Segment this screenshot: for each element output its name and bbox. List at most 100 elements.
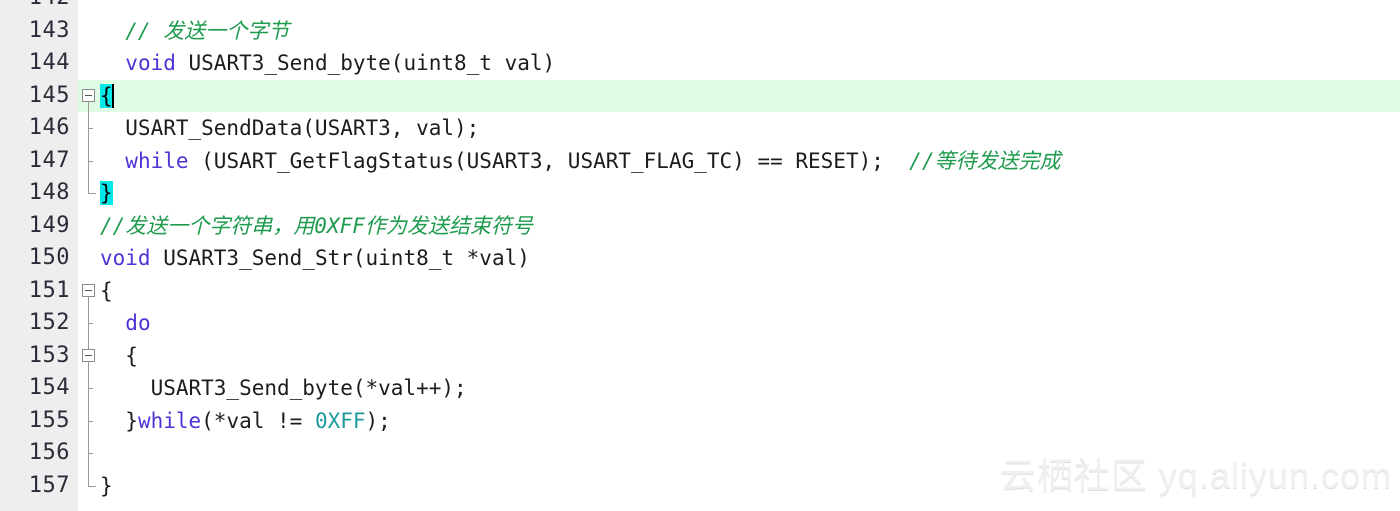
code-text[interactable]: while (USART_GetFlagStatus(USART3, USART… — [100, 145, 1060, 178]
code-text[interactable]: USART3_Send_byte(*val++); — [100, 372, 467, 405]
code-line[interactable]: 149 //发送一个字符串，用0XFF作为发送结束符号 — [0, 210, 1400, 243]
plain-token: { — [100, 278, 113, 303]
fold-corner-icon — [88, 177, 96, 194]
code-line[interactable]: 150 void USART3_Send_Str(uint8_t *val) — [0, 242, 1400, 275]
fold-empty — [78, 242, 100, 275]
code-line[interactable]: 152 do — [0, 307, 1400, 340]
plain-token: } — [100, 408, 138, 433]
matching-brace-token: } — [100, 181, 113, 205]
line-number: 144 — [28, 50, 70, 75]
code-line[interactable]: 142 — [0, 0, 1400, 15]
code-lines-container: 142143 // 发送一个字节144 void USART3_Send_byt… — [0, 0, 1400, 502]
keyword-token: void — [100, 246, 151, 270]
line-number: 146 — [28, 115, 70, 140]
fold-minus-box-icon[interactable] — [82, 88, 95, 102]
fold-guide-line — [78, 437, 100, 470]
line-number: 156 — [28, 440, 70, 465]
plain-token: (USART_GetFlagStatus(USART3, USART_FLAG_… — [188, 148, 910, 173]
code-text[interactable]: { — [100, 275, 113, 308]
comment-token: // 发送一个字节 — [100, 18, 290, 43]
code-editor[interactable]: 142143 // 发送一个字节144 void USART3_Send_byt… — [0, 0, 1400, 511]
code-line[interactable]: 154 USART3_Send_byte(*val++); — [0, 372, 1400, 405]
code-line[interactable]: 143 // 发送一个字节 — [0, 15, 1400, 48]
code-text[interactable]: //发送一个字符串，用0XFF作为发送结束符号 — [100, 210, 533, 243]
line-number: 155 — [28, 407, 70, 433]
code-text[interactable]: USART_SendData(USART3, val); — [100, 112, 479, 145]
comment-token: //发送一个字符串，用0XFF作为发送结束符号 — [100, 213, 533, 238]
line-number: 142 — [0, 0, 70, 15]
fold-corner-icon — [88, 469, 96, 487]
keyword-token: do — [125, 311, 151, 335]
code-text[interactable]: void USART3_Send_Str(uint8_t *val) — [100, 242, 530, 275]
line-number: 151 — [28, 277, 70, 303]
fold-tick-icon — [88, 453, 93, 454]
fold-guide-line — [78, 372, 100, 405]
fold-tick-icon — [88, 160, 93, 162]
plain-token: } — [100, 473, 113, 498]
fold-collapse-icon[interactable] — [78, 275, 100, 307]
plain-token: USART3_Send_byte(uint8_t val) — [175, 51, 556, 75]
keyword-token: while — [125, 148, 189, 173]
text-caret — [111, 83, 114, 108]
code-line[interactable]: 153 { — [0, 339, 1400, 373]
plain-token: (*val != — [201, 408, 315, 433]
code-text[interactable]: } — [100, 177, 113, 210]
code-line[interactable]: 145 { — [0, 79, 1400, 113]
code-text[interactable]: }while(*val != 0XFF); — [100, 405, 391, 438]
keyword-token: void — [125, 51, 176, 75]
code-line[interactable]: 148} — [0, 177, 1400, 210]
line-number: 153 — [28, 342, 70, 368]
fold-empty — [78, 15, 100, 48]
fold-end-icon — [78, 469, 100, 503]
fold-collapse-icon[interactable] — [78, 339, 100, 372]
number-token: 0XFF — [314, 408, 366, 433]
fold-guide-line — [78, 144, 100, 177]
fold-tick-icon — [88, 388, 93, 389]
line-number: 145 — [28, 82, 70, 108]
watermark: 云栖社区 yq.aliyun.com — [999, 455, 1392, 496]
line-number: 152 — [28, 310, 70, 335]
fold-minus-box-icon[interactable] — [82, 348, 95, 362]
code-text[interactable]: // 发送一个字节 — [100, 15, 289, 48]
line-number: 143 — [28, 17, 70, 43]
fold-tick-icon — [88, 128, 93, 129]
plain-token: USART3_Send_byte(*val++); — [100, 376, 467, 400]
code-line[interactable]: 146 USART_SendData(USART3, val); — [0, 112, 1400, 145]
code-text[interactable]: } — [100, 470, 113, 503]
line-number: 148 — [28, 180, 70, 205]
plain-token: USART_SendData(USART3, val); — [100, 116, 480, 140]
keyword-token: while — [137, 408, 202, 433]
plain-token: ); — [365, 408, 391, 433]
code-text[interactable]: void USART3_Send_byte(uint8_t val) — [100, 47, 555, 80]
current-line-highlight — [100, 79, 1400, 112]
line-number: 154 — [28, 375, 70, 400]
code-line[interactable]: 147 while (USART_GetFlagStatus(USART3, U… — [0, 144, 1400, 178]
plain-token: { — [100, 343, 138, 368]
fold-empty — [78, 210, 100, 243]
code-text[interactable]: { — [100, 80, 114, 113]
line-number: 157 — [28, 472, 70, 498]
comment-token: //等待发送完成 — [909, 148, 1061, 173]
fold-guide-line — [78, 112, 100, 145]
fold-end-icon — [78, 0, 100, 15]
fold-empty — [78, 47, 100, 80]
fold-guide-line — [78, 404, 100, 437]
line-number: 147 — [28, 147, 70, 173]
code-line[interactable]: 151 { — [0, 275, 1400, 308]
plain-token: USART3_Send_Str(uint8_t *val) — [150, 246, 530, 270]
fold-collapse-icon[interactable] — [78, 80, 100, 112]
fold-guide-line — [78, 307, 100, 340]
code-line[interactable]: 144 void USART3_Send_byte(uint8_t val) — [0, 47, 1400, 80]
fold-tick-icon — [88, 323, 93, 324]
fold-tick-icon — [88, 420, 93, 422]
line-number: 150 — [28, 245, 70, 270]
code-line[interactable]: 155 }while(*val != 0XFF); — [0, 404, 1400, 438]
code-text[interactable]: do — [100, 307, 151, 340]
fold-minus-box-icon[interactable] — [82, 283, 95, 297]
fold-end-icon — [78, 177, 100, 210]
line-number: 149 — [28, 212, 70, 238]
code-text[interactable]: { — [100, 340, 138, 373]
